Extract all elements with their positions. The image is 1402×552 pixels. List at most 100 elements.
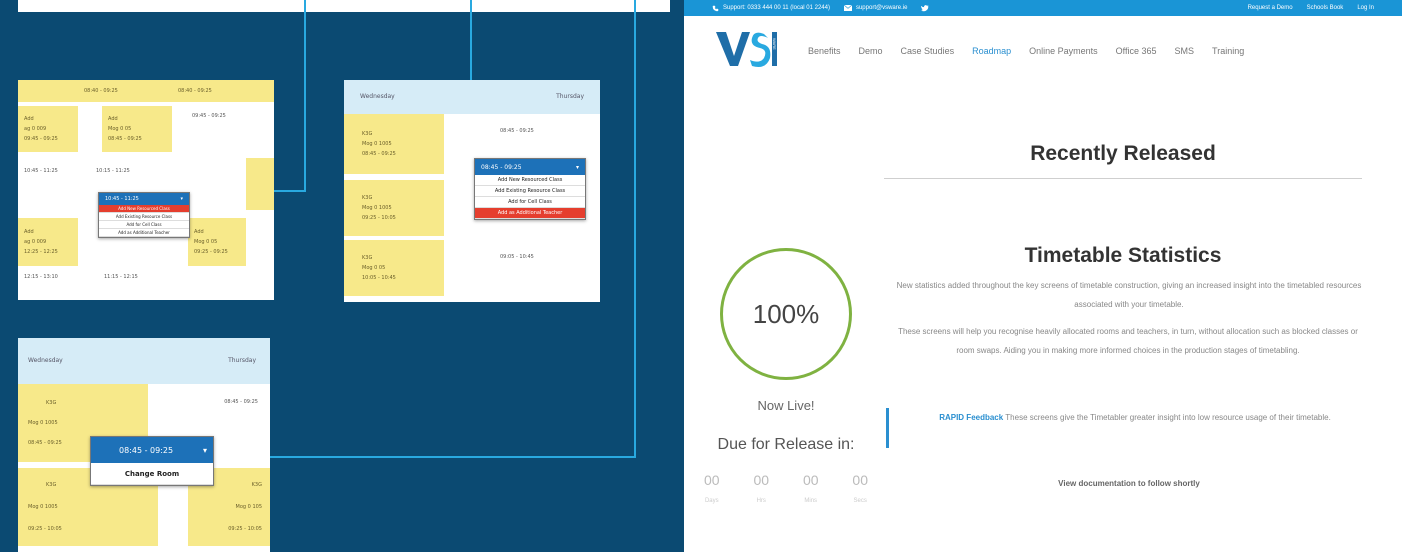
cell-time: 10:15 - 11:25 (96, 168, 130, 174)
cell-room: Mog 0 05 (194, 239, 218, 245)
context-menu-header[interactable]: 08:45 - 09:25 ▾ (91, 437, 213, 463)
menu-item-change-room[interactable]: Change Room (91, 463, 213, 485)
timetable-cell[interactable]: Add Mog 0 05 08:45 - 09:25 (102, 106, 172, 152)
feature-panel: 08:40 - 09:25 08:40 - 09:25 Add ag 0 009… (0, 0, 676, 552)
chevron-down-icon: ▾ (180, 196, 183, 202)
release-label: Due for Release in: (717, 436, 855, 453)
nav-sms[interactable]: SMS (1175, 46, 1195, 56)
documentation-note: View documentation to follow shortly (1058, 479, 1200, 488)
request-demo-link[interactable]: Request a Demo (1248, 5, 1293, 11)
logo-subtext: WARE (772, 38, 777, 50)
nav-online-payments[interactable]: Online Payments (1029, 46, 1098, 56)
nav-case-studies[interactable]: Case Studies (901, 46, 955, 56)
phone-link[interactable]: Support: 0333 444 00 11 (local 01 2244) (712, 5, 830, 12)
feature-detail: These screens will help you recognise he… (898, 327, 1358, 355)
email-text: support@vsware.ie (855, 5, 908, 11)
login-link[interactable]: Log In (1357, 5, 1374, 11)
cell-context-menu: 08:45 - 09:25 ▾ Add New Resourced Class … (474, 158, 586, 220)
cell-room: ag 0 009 (24, 239, 47, 245)
countdown: 00 Days 00 Hrs 00 Mins 00 Secs (704, 472, 868, 504)
twitter-icon[interactable] (921, 4, 930, 12)
progress-ring: 100% (720, 248, 852, 380)
nav-office-365[interactable]: Office 365 (1116, 46, 1157, 56)
cell-room: Mog 0 1005 (28, 504, 58, 510)
cell-time: 09:25 - 10:05 (28, 526, 62, 532)
cell-subject: K3G (362, 195, 373, 201)
menu-item-add-for-cell-class[interactable]: Add for Cell Class (99, 221, 189, 229)
menu-item-add-for-cell-class[interactable]: Add for Cell Class (475, 197, 585, 208)
cell-time: 11:15 - 12:15 (104, 274, 138, 280)
menu-item-add-existing-resource-class[interactable]: Add Existing Resource Class (99, 213, 189, 221)
cell-context-menu: 10:45 - 11:25 ▾ Add New Resourced Class … (98, 192, 190, 238)
cell-time: 12:25 - 12:25 (24, 249, 58, 255)
menu-item-add-existing-resource-class[interactable]: Add Existing Resource Class (475, 186, 585, 197)
cell-time: 08:45 - 09:25 (362, 151, 396, 157)
main-navigation: Benefits Demo Case Studies Roadmap Onlin… (808, 46, 1244, 56)
section-divider (884, 178, 1362, 179)
countdown-seconds: 00 (852, 472, 868, 488)
feedback-quote: RAPID Feedback These screens give the Ti… (900, 408, 1370, 427)
cell-time: 09:25 - 10:05 (228, 526, 262, 532)
release-status: Now Live! (757, 398, 815, 413)
menu-item-add-new-resourced-class[interactable]: Add New Resourced Class (475, 175, 585, 186)
mail-icon (843, 5, 852, 11)
cell-subject: K3G (46, 400, 57, 406)
timetable-screenshot-add-menu: 08:40 - 09:25 08:40 - 09:25 Add ag 0 009… (18, 80, 274, 300)
cell-room: Mog 0 105 (235, 504, 262, 510)
nav-demo[interactable]: Demo (859, 46, 883, 56)
column-header-thursday: Thursday (228, 357, 256, 364)
cell-time: 09:05 - 10:45 (500, 254, 534, 260)
timetable-cell[interactable]: Add Mog 0 05 09:25 - 09:25 (188, 218, 246, 266)
timetable-cell[interactable]: Add ag 0 009 12:25 - 12:25 (18, 218, 78, 266)
menu-item-add-additional-teacher[interactable]: Add as Additional Teacher (475, 208, 585, 219)
vsware-logo[interactable]: VS WARE (714, 20, 778, 75)
timetable-cell[interactable]: K3G Mog 0 1005 08:45 - 09:25 (344, 114, 444, 174)
context-menu-title: 10:45 - 11:25 (105, 196, 139, 202)
column-header-wednesday: Wednesday (28, 357, 63, 364)
timetable-cell[interactable]: K3G Mog 0 05 10:05 - 10:45 (344, 240, 444, 296)
cell-room: Mog 0 1005 (362, 205, 392, 211)
phone-text: Support: 0333 444 00 11 (local 01 2244) (723, 5, 830, 11)
connector-line-c-horizontal (262, 456, 636, 458)
menu-item-add-additional-teacher[interactable]: Add as Additional Teacher (99, 229, 189, 237)
timetable-screenshot-change-room: Wednesday Thursday K3G Mog 0 1005 08:45 … (18, 338, 270, 552)
column-header-wednesday: Wednesday (360, 93, 395, 100)
cell-time: 09:25 - 09:25 (194, 249, 228, 255)
feature-title: Timetable Statistics (1024, 244, 1222, 267)
progress-value: 100% (752, 298, 820, 329)
context-menu-header[interactable]: 10:45 - 11:25 ▾ (99, 193, 189, 205)
cell-time: 08:40 - 09:25 (84, 88, 118, 94)
context-menu-title: 08:45 - 09:25 (119, 445, 174, 455)
email-link[interactable]: support@vsware.ie (843, 5, 908, 11)
timetable-cell[interactable]: Add ag 0 009 09:45 - 09:25 (18, 106, 78, 152)
cell-time: 08:45 - 09:25 (108, 136, 142, 142)
nav-roadmap[interactable]: Roadmap (972, 46, 1011, 56)
phone-icon (712, 5, 719, 11)
menu-item-add-new-resourced-class[interactable]: Add New Resourced Class (99, 205, 189, 213)
cell-time: 12:15 - 13:10 (24, 274, 58, 280)
countdown-days-unit: Days (704, 498, 719, 504)
cell-context-menu: 08:45 - 09:25 ▾ Change Room (90, 436, 214, 486)
countdown-days: 00 (704, 472, 720, 488)
feedback-text: These screens give the Timetabler greate… (1005, 413, 1331, 422)
connector-line-c-vertical (634, 0, 636, 458)
cell-room: Mog 0 1005 (362, 141, 392, 147)
countdown-hours: 00 (753, 472, 770, 488)
schools-book-link[interactable]: Schools Book (1307, 5, 1344, 11)
timetable-screenshot-add-menu-zoom: Wednesday Thursday K3G Mog 0 1005 08:45 … (344, 80, 600, 302)
cell-time: 08:45 - 09:25 (224, 399, 258, 405)
chevron-down-icon: ▾ (202, 445, 207, 455)
quote-accent (886, 408, 889, 448)
timetable-cell[interactable]: K3G Mog 0 1005 09:25 - 10:05 (344, 180, 444, 236)
cell-room: ag 0 009 (24, 126, 47, 132)
top-screenshot-strip (18, 0, 670, 12)
nav-benefits[interactable]: Benefits (808, 46, 841, 56)
context-menu-header[interactable]: 08:45 - 09:25 ▾ (475, 159, 585, 175)
column-header-thursday: Thursday (556, 93, 584, 100)
top-contact-bar: Support: 0333 444 00 11 (local 01 2244) … (684, 0, 1402, 16)
feedback-label: RAPID Feedback (939, 413, 1004, 422)
countdown-minutes-unit: Mins (804, 498, 818, 504)
feature-description: New statistics added throughout the key … (896, 281, 1362, 309)
nav-training[interactable]: Training (1212, 46, 1244, 56)
countdown-seconds-unit: Secs (853, 498, 867, 504)
